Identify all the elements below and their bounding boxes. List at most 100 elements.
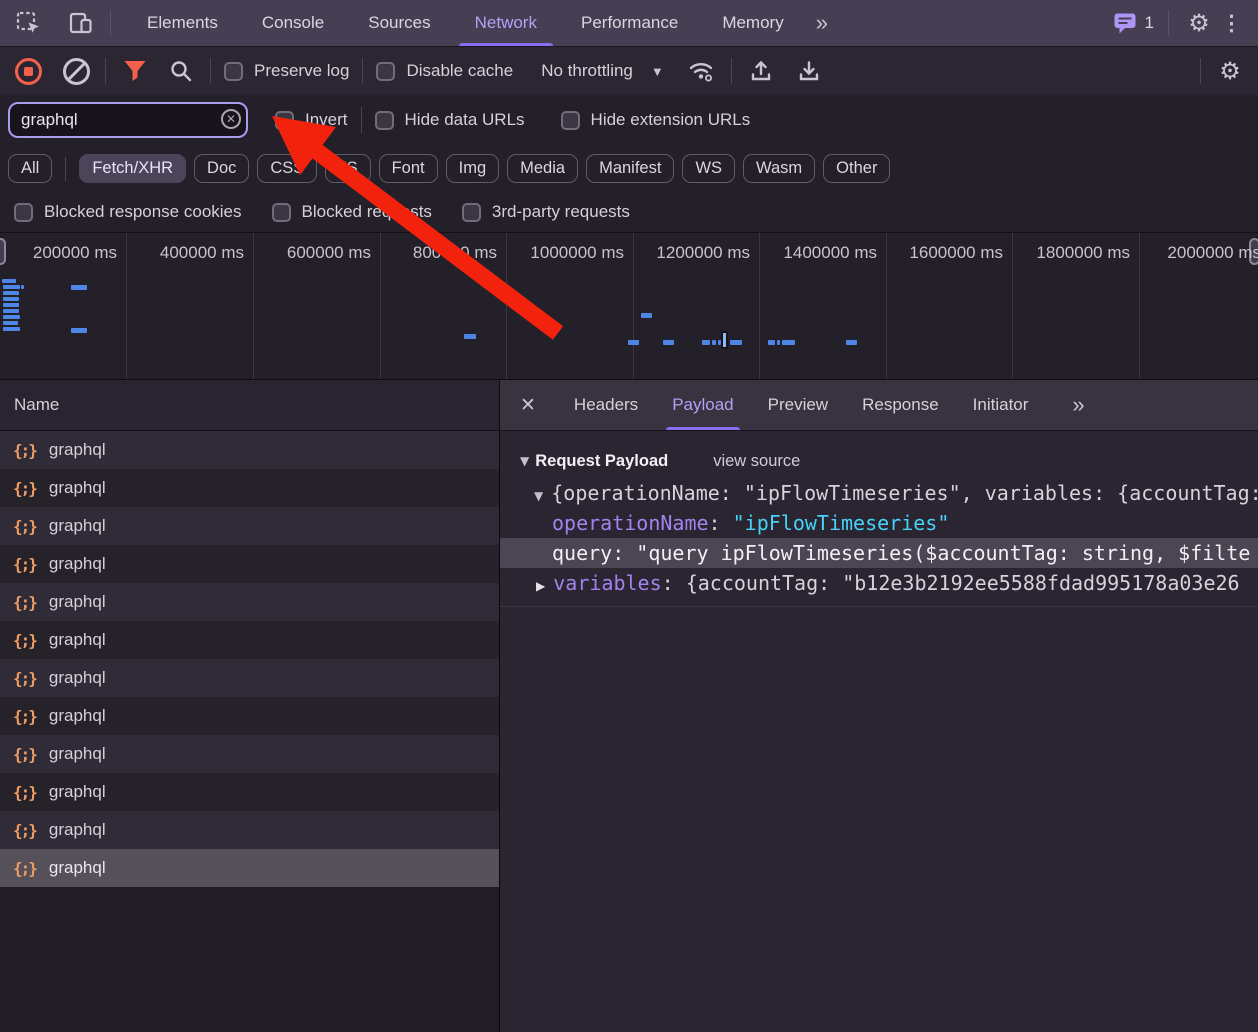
- tab-network[interactable]: Network: [453, 0, 559, 46]
- disable-cache-option[interactable]: Disable cache: [376, 61, 513, 81]
- payload-preview-text: {operationName: "ipFlowTimeseries", vari…: [551, 481, 1258, 505]
- invert-option[interactable]: Invert: [275, 110, 348, 130]
- payload-variables-line[interactable]: ▶variables: {accountTag: "b12e3b2192ee55…: [500, 568, 1258, 598]
- checkbox-label: Blocked requests: [302, 202, 432, 222]
- detail-more-tabs-icon[interactable]: »: [1062, 392, 1092, 418]
- waterfall-bar: [768, 340, 775, 345]
- table-row[interactable]: {;}graphql: [0, 811, 499, 849]
- tab-preview[interactable]: Preview: [768, 380, 828, 430]
- overview-tick-label: 1600000 ms: [909, 243, 1003, 263]
- hide-extension-urls-checkbox[interactable]: [561, 111, 580, 130]
- hide-data-urls-option[interactable]: Hide data URLs: [375, 110, 525, 130]
- hide-data-urls-label: Hide data URLs: [405, 110, 525, 130]
- search-icon[interactable]: [165, 55, 197, 87]
- clear-network-log-button[interactable]: [60, 55, 92, 87]
- filter-chip-ws[interactable]: WS: [682, 154, 735, 183]
- filter-chip-fetchxhr[interactable]: Fetch/XHR: [79, 154, 186, 183]
- divider: [110, 10, 111, 36]
- tab-performance[interactable]: Performance: [559, 0, 700, 46]
- hide-extension-urls-option[interactable]: Hide extension URLs: [561, 110, 751, 130]
- filter-chip-manifest[interactable]: Manifest: [586, 154, 674, 183]
- filter-chip-css[interactable]: CSS: [257, 154, 317, 183]
- overview-left-handle[interactable]: [0, 238, 6, 265]
- option-blocked-response-cookies[interactable]: Blocked response cookies: [14, 202, 242, 222]
- filter-chip-js[interactable]: JS: [325, 154, 370, 183]
- table-row[interactable]: {;}graphql: [0, 621, 499, 659]
- invert-label: Invert: [305, 110, 348, 130]
- table-row[interactable]: {;}graphql: [0, 773, 499, 811]
- expand-triangle-icon[interactable]: ▼: [534, 489, 543, 503]
- device-toolbar-icon[interactable]: [64, 7, 96, 39]
- checkbox[interactable]: [14, 203, 33, 222]
- network-toolbar: Preserve log Disable cache No throttling…: [0, 46, 1258, 95]
- name-column-header[interactable]: Name: [0, 380, 499, 431]
- clear-filter-icon[interactable]: ✕: [221, 109, 241, 129]
- expand-triangle-icon[interactable]: ▶: [536, 579, 545, 593]
- invert-checkbox[interactable]: [275, 111, 294, 130]
- table-row[interactable]: {;}graphql: [0, 469, 499, 507]
- filter-chip-wasm[interactable]: Wasm: [743, 154, 815, 183]
- disable-cache-checkbox[interactable]: [376, 62, 395, 81]
- table-row[interactable]: {;}graphql: [0, 545, 499, 583]
- payload-value: : "query ipFlowTimeseries($accountTag: s…: [612, 541, 1250, 565]
- filter-chip-other[interactable]: Other: [823, 154, 890, 183]
- overview-tick-label: 1400000 ms: [783, 243, 877, 263]
- tab-sources[interactable]: Sources: [346, 0, 452, 46]
- message-bubble-icon: [1113, 12, 1138, 35]
- table-row[interactable]: {;}graphql: [0, 697, 499, 735]
- filter-chip-img[interactable]: Img: [446, 154, 500, 183]
- table-row[interactable]: {;}graphql: [0, 659, 499, 697]
- detail-tab-strip: Headers Payload Preview Response Initiator: [574, 380, 1028, 430]
- checkbox[interactable]: [272, 203, 291, 222]
- hide-data-urls-checkbox[interactable]: [375, 111, 394, 130]
- tab-initiator[interactable]: Initiator: [973, 380, 1029, 430]
- option-blocked-requests[interactable]: Blocked requests: [272, 202, 432, 222]
- kebab-menu-icon[interactable]: ⋮: [1215, 11, 1248, 36]
- filter-input[interactable]: [8, 102, 248, 138]
- checkbox[interactable]: [462, 203, 481, 222]
- overview-timeline[interactable]: 200000 ms400000 ms600000 ms800000 ms1000…: [0, 232, 1258, 380]
- waterfall-bar: [712, 340, 716, 345]
- network-conditions-icon[interactable]: [686, 55, 718, 87]
- table-row[interactable]: {;}graphql: [0, 431, 499, 469]
- close-icon[interactable]: ✕: [520, 394, 536, 417]
- preserve-log-option[interactable]: Preserve log: [224, 61, 349, 81]
- tab-headers[interactable]: Headers: [574, 380, 638, 430]
- inspect-element-icon[interactable]: [12, 7, 44, 39]
- tab-console[interactable]: Console: [240, 0, 346, 46]
- json-icon: {;}: [13, 517, 36, 536]
- settings-gear-icon[interactable]: ⚙: [1183, 7, 1215, 39]
- filter-toggle-icon[interactable]: [119, 55, 151, 87]
- network-settings-gear-icon[interactable]: ⚙: [1214, 55, 1246, 87]
- payload-query-line-selected[interactable]: query: "query ipFlowTimeseries($accountT…: [500, 538, 1258, 568]
- filter-chip-doc[interactable]: Doc: [194, 154, 249, 183]
- tab-elements[interactable]: Elements: [125, 0, 240, 46]
- tab-payload[interactable]: Payload: [672, 380, 733, 430]
- collapse-triangle-icon[interactable]: ▼: [520, 454, 529, 468]
- request-name: graphql: [49, 478, 106, 498]
- request-name: graphql: [49, 630, 106, 650]
- import-har-icon[interactable]: [745, 55, 777, 87]
- option-3rd-party-requests[interactable]: 3rd-party requests: [462, 202, 630, 222]
- payload-operation-line[interactable]: operationName: "ipFlowTimeseries": [500, 508, 1258, 538]
- request-name: graphql: [49, 858, 106, 878]
- table-row[interactable]: {;}graphql: [0, 735, 499, 773]
- waterfall-bar: [3, 327, 20, 331]
- payload-preview-line[interactable]: ▼ {operationName: "ipFlowTimeseries", var…: [500, 478, 1258, 508]
- table-row[interactable]: {;}graphql: [0, 583, 499, 621]
- table-row[interactable]: {;}graphql: [0, 849, 499, 887]
- filter-chip-font[interactable]: Font: [379, 154, 438, 183]
- table-row[interactable]: {;}graphql: [0, 507, 499, 545]
- tab-memory[interactable]: Memory: [700, 0, 805, 46]
- filter-chip-all[interactable]: All: [8, 154, 52, 183]
- preserve-log-checkbox[interactable]: [224, 62, 243, 81]
- view-source-link[interactable]: view source: [713, 452, 800, 471]
- issues-indicator[interactable]: 1: [1113, 12, 1154, 35]
- throttling-dropdown[interactable]: No throttling ▼: [541, 61, 664, 81]
- more-tabs-icon[interactable]: »: [806, 0, 836, 46]
- requests-panel: Name {;}graphql{;}graphql{;}graphql{;}gr…: [0, 380, 500, 1032]
- filter-chip-media[interactable]: Media: [507, 154, 578, 183]
- record-network-log-button[interactable]: [12, 55, 44, 87]
- export-har-icon[interactable]: [793, 55, 825, 87]
- tab-response[interactable]: Response: [862, 380, 939, 430]
